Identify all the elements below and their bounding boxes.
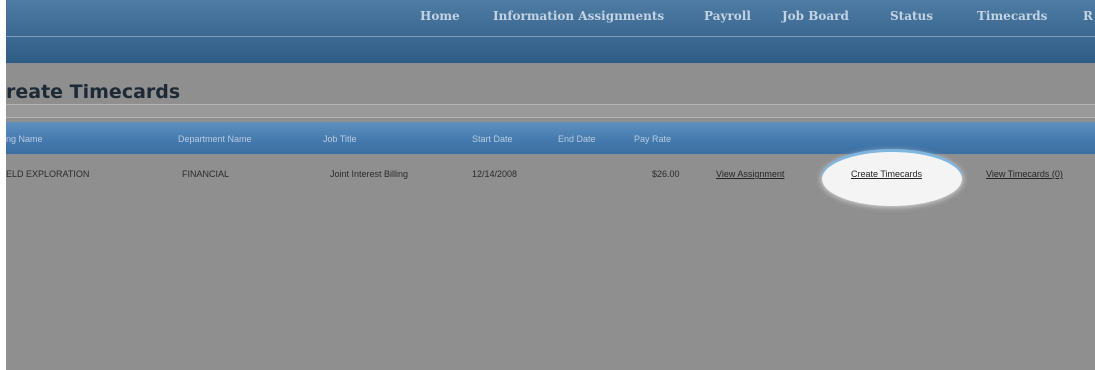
nav-more[interactable]: R <box>1083 9 1093 23</box>
header-department-name: Department Name <box>178 134 252 144</box>
cell-company: ELD EXPLORATION <box>6 169 90 179</box>
title-divider <box>6 104 1095 118</box>
cell-department: FINANCIAL <box>182 169 230 179</box>
nav-payroll[interactable]: Payroll <box>704 9 751 23</box>
nav-timecards[interactable]: Timecards <box>977 9 1047 23</box>
nav-information-assignments[interactable]: Information Assignments <box>493 9 664 23</box>
cell-start-date: 12/14/2008 <box>472 169 518 179</box>
nav-home[interactable]: Home <box>420 9 460 23</box>
page-title: reate Timecards <box>6 81 181 103</box>
header-company-name: ng Name <box>6 134 43 144</box>
cell-job-title: Joint Interest Billing <box>330 169 409 179</box>
header-pay-rate: Pay Rate <box>634 134 672 144</box>
cell-pay-rate: $26.00 <box>652 169 680 179</box>
nav-status[interactable]: Status <box>890 9 933 23</box>
create-timecards-link[interactable]: Create Timecards <box>851 169 922 179</box>
top-navigation-bar: Home Information Assignments Payroll Job… <box>6 0 1095 37</box>
table-header: ng Name Department Name Job Title Start … <box>6 122 1095 154</box>
header-start-date: Start Date <box>472 134 513 144</box>
view-assignment-link[interactable]: View Assignment <box>716 169 784 179</box>
sub-navigation-bar <box>6 37 1095 63</box>
header-end-date: End Date <box>558 134 596 144</box>
nav-job-board[interactable]: Job Board <box>782 9 849 23</box>
header-job-title: Job Title <box>323 134 357 144</box>
view-timecards-link[interactable]: View Timecards (0) <box>986 169 1063 179</box>
table-row: ELD EXPLORATION FINANCIAL Joint Interest… <box>6 155 1095 195</box>
